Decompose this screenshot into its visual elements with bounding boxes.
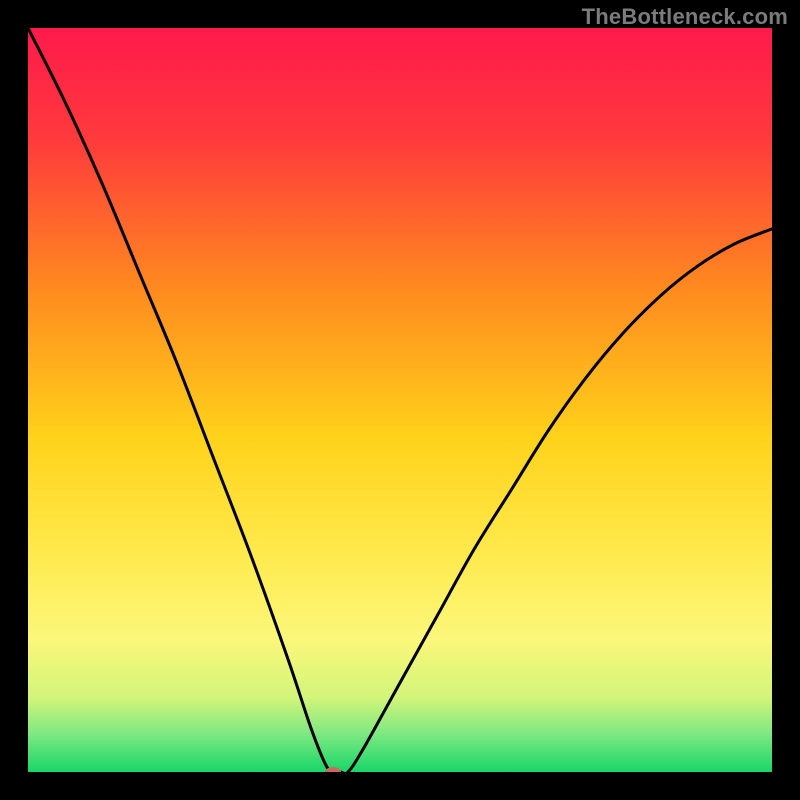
watermark-text: TheBottleneck.com <box>582 4 788 30</box>
chart-frame: TheBottleneck.com <box>0 0 800 800</box>
gradient-background <box>28 28 772 772</box>
bottleneck-chart <box>28 28 772 772</box>
plot-area <box>28 28 772 772</box>
